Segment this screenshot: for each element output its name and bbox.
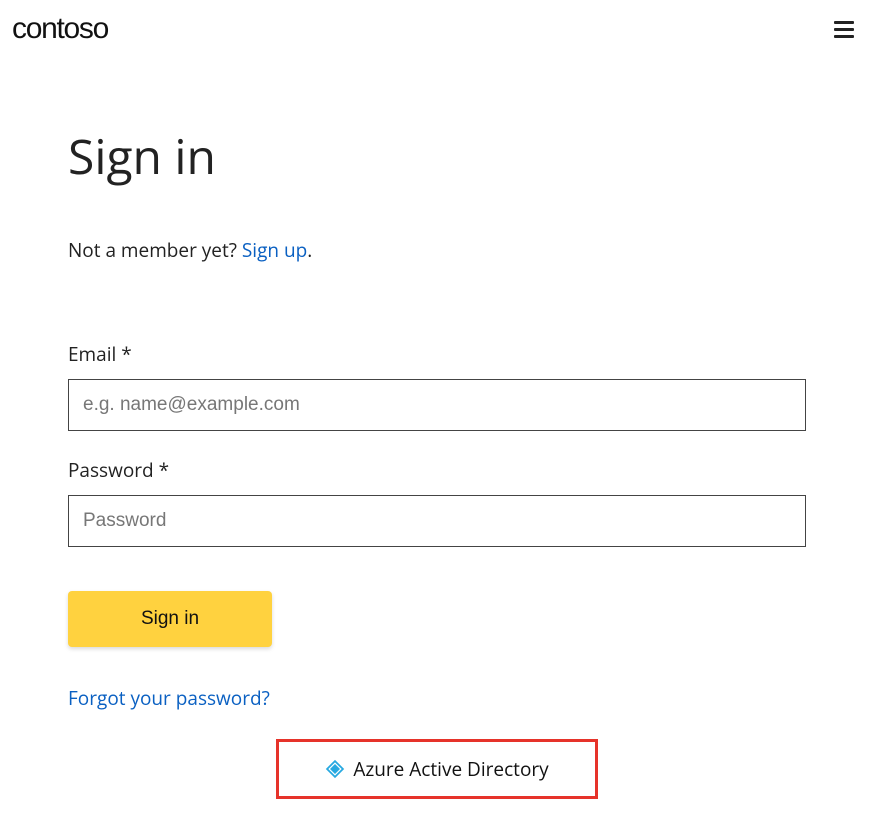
azure-ad-label: Azure Active Directory [353,756,548,782]
azure-ad-icon [325,759,345,779]
signup-link[interactable]: Sign up [242,237,307,263]
not-member-suffix: . [307,237,312,263]
email-field[interactable] [68,379,806,431]
signin-form: Sign in Not a member yet? Sign up. Email… [0,46,874,799]
password-label: Password * [68,457,806,483]
menu-icon[interactable] [830,17,858,42]
forgot-password-link[interactable]: Forgot your password? [68,685,806,711]
password-field[interactable] [68,495,806,547]
not-member-prefix: Not a member yet? [68,237,242,263]
azure-ad-button[interactable]: Azure Active Directory [276,739,597,799]
page-title: Sign in [68,124,806,189]
signin-button[interactable]: Sign in [68,591,272,647]
email-label: Email * [68,341,806,367]
brand-logo: contoso [12,12,108,46]
not-member-text: Not a member yet? Sign up. [68,237,806,263]
